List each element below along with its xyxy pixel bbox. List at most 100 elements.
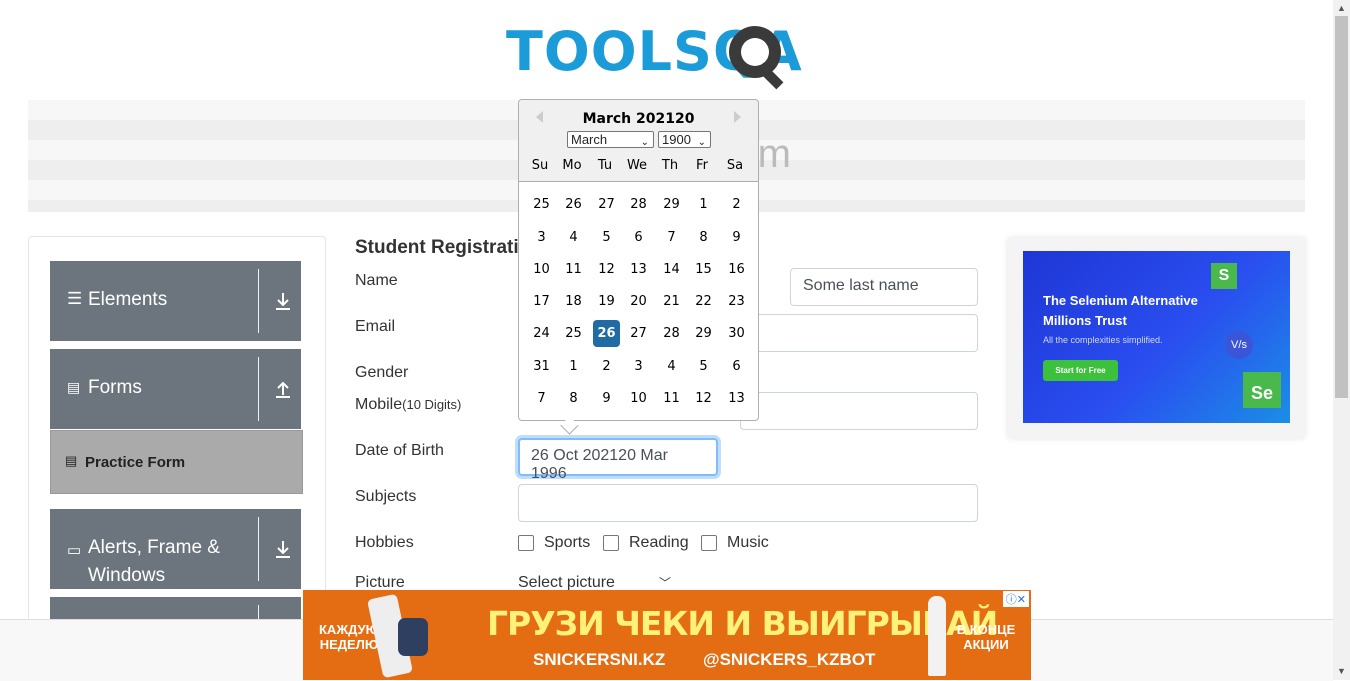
sidebar-item-practice-form[interactable]: ▤ Practice Form — [50, 430, 303, 494]
calendar-day[interactable]: 11 — [658, 385, 685, 412]
page-scrollbar[interactable]: ▲ ▼ — [1333, 0, 1350, 680]
ad-site: SNICKERSNI.KZ — [533, 650, 666, 669]
ad-headline: ГРУЗИ ЧЕКИ И ВЫИГРЫВАЙ — [487, 604, 998, 643]
calendar-day[interactable]: 2 — [723, 191, 750, 218]
scroll-up-icon[interactable]: ▲ — [1337, 3, 1346, 13]
calendar-day[interactable]: 28 — [625, 191, 652, 218]
checkbox-box[interactable] — [701, 535, 717, 551]
day-name: We — [626, 158, 648, 173]
hobby-reading-checkbox[interactable]: Reading — [603, 534, 689, 552]
sidebar-group-forms[interactable]: ▤ Forms — [50, 349, 301, 429]
chevron-down-icon: ⌄ — [640, 137, 649, 148]
day-name: Mo — [562, 158, 582, 173]
calendar-day[interactable]: 29 — [690, 320, 717, 347]
calendar-day[interactable]: 13 — [625, 256, 652, 283]
download-arrow-icon[interactable] — [274, 291, 292, 311]
calendar-day[interactable]: 27 — [625, 320, 652, 347]
calendar-day[interactable]: 1 — [560, 353, 587, 380]
date-of-birth-input[interactable]: 26 Oct 202120 Mar 1996 — [518, 438, 718, 482]
checkbox-label: Sports — [544, 534, 591, 551]
calendar-day[interactable]: 10 — [625, 385, 652, 412]
scroll-down-icon[interactable]: ▼ — [1337, 666, 1346, 676]
divider — [258, 517, 259, 581]
calendar-day[interactable]: 18 — [560, 288, 587, 315]
calendar-day[interactable]: 7 — [528, 385, 555, 412]
watch-image — [398, 618, 428, 656]
calendar-day[interactable]: 6 — [723, 353, 750, 380]
hobbies-label: Hobbies — [355, 534, 414, 551]
calendar-day[interactable]: 9 — [593, 385, 620, 412]
sidebar: ☰ Elements ▤ Forms ▤ Practice Form ▭ Ale… — [28, 236, 326, 678]
calendar-day[interactable]: 12 — [593, 256, 620, 283]
calendar-day[interactable]: 14 — [658, 256, 685, 283]
calendar-title: March 202120 — [582, 111, 695, 127]
calendar-day[interactable]: 5 — [593, 224, 620, 251]
gender-label: Gender — [355, 364, 409, 381]
ad-left-text: КАЖДУЮ НЕДЕЛЮ — [319, 622, 379, 652]
calendar-day[interactable]: 29 — [658, 191, 685, 218]
sidebar-group-alerts[interactable]: ▭ Alerts, Frame & Windows — [50, 509, 301, 589]
calendar-day[interactable]: 25 — [560, 320, 587, 347]
email-input[interactable] — [740, 314, 978, 352]
calendar-day[interactable]: 4 — [658, 353, 685, 380]
calendar-day[interactable]: 15 — [690, 256, 717, 283]
selenium-ad[interactable]: S The Selenium Alternative Millions Trus… — [1023, 251, 1290, 423]
calendar-day[interactable]: 31 — [528, 353, 555, 380]
checkbox-box[interactable] — [603, 535, 619, 551]
calendar-day[interactable]: 20 — [625, 288, 652, 315]
calendar-day[interactable]: 7 — [658, 224, 685, 251]
year-select[interactable]: 1900 ⌄ — [658, 131, 711, 148]
mobile-input[interactable] — [740, 392, 978, 430]
sidebar-group-label-line2: Windows — [88, 565, 166, 586]
calendar-day[interactable]: 8 — [690, 224, 717, 251]
ad-info-close-icon[interactable]: ⓘ✕ — [1002, 591, 1029, 607]
calendar-day[interactable]: 27 — [593, 191, 620, 218]
calendar-day[interactable]: 22 — [690, 288, 717, 315]
day-name: Su — [531, 158, 549, 173]
calendar-day[interactable]: 11 — [560, 256, 587, 283]
calendar-day[interactable]: 17 — [528, 288, 555, 315]
last-name-input[interactable]: Some last name — [790, 268, 978, 306]
gear-icon — [729, 26, 784, 90]
calendar-day[interactable]: 12 — [690, 385, 717, 412]
snickers-ad[interactable]: КАЖДУЮ НЕДЕЛЮ ГРУЗИ ЧЕКИ И ВЫИГРЫВАЙ SNI… — [303, 590, 1031, 680]
calendar-day[interactable]: 24 — [528, 320, 555, 347]
checkbox-box[interactable] — [518, 535, 534, 551]
subjects-input[interactable] — [518, 484, 978, 522]
checkbox-label: Music — [727, 534, 769, 551]
hobby-sports-checkbox[interactable]: Sports — [518, 534, 590, 552]
calendar-day[interactable]: 25 — [528, 191, 555, 218]
calendar-day[interactable]: 28 — [658, 320, 685, 347]
sidebar-group-elements[interactable]: ☰ Elements — [50, 261, 301, 341]
calendar-day[interactable]: 9 — [723, 224, 750, 251]
ad-bot: @SNICKERS_KZBOT — [703, 650, 876, 669]
calendar-day-selected[interactable]: 26 — [593, 320, 620, 347]
download-arrow-icon[interactable] — [274, 539, 292, 559]
toolsqa-logo[interactable]: TOOLSQA — [506, 14, 836, 92]
calendar-day[interactable]: 8 — [560, 385, 587, 412]
day-name: Tu — [597, 158, 613, 173]
calendar-day[interactable]: 23 — [723, 288, 750, 315]
next-month-icon[interactable] — [734, 111, 741, 123]
calendar-day[interactable]: 4 — [560, 224, 587, 251]
checkbox-label: Reading — [629, 534, 689, 551]
calendar-day[interactable]: 16 — [723, 256, 750, 283]
calendar-day[interactable]: 3 — [625, 353, 652, 380]
calendar-day[interactable]: 1 — [690, 191, 717, 218]
calendar-day[interactable]: 19 — [593, 288, 620, 315]
calendar-day[interactable]: 10 — [528, 256, 555, 283]
calendar-day[interactable]: 13 — [723, 385, 750, 412]
calendar-day[interactable]: 30 — [723, 320, 750, 347]
start-free-button[interactable]: Start for Free — [1043, 360, 1118, 381]
calendar-day[interactable]: 6 — [625, 224, 652, 251]
hobby-music-checkbox[interactable]: Music — [701, 534, 769, 552]
scrollbar-thumb[interactable] — [1335, 16, 1348, 398]
calendar-day[interactable]: 26 — [560, 191, 587, 218]
calendar-day[interactable]: 21 — [658, 288, 685, 315]
calendar-header: March 202120 March ⌄ 1900 ⌄ Su Mo Tu We Th Fr Sa — [519, 100, 758, 182]
calendar-day[interactable]: 2 — [593, 353, 620, 380]
calendar-day[interactable]: 3 — [528, 224, 555, 251]
calendar-day[interactable]: 5 — [690, 353, 717, 380]
upload-arrow-icon[interactable] — [274, 379, 292, 399]
month-select[interactable]: March ⌄ — [567, 131, 654, 148]
